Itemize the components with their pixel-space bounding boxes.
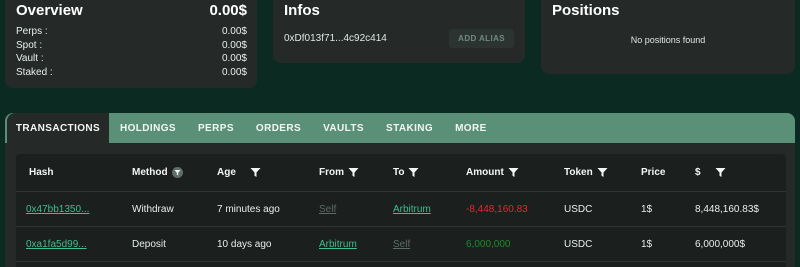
tx-token: USDC bbox=[564, 239, 593, 250]
tab-staking[interactable]: STAKING bbox=[375, 113, 444, 143]
header-price-label: Price bbox=[641, 167, 666, 178]
header-token: Token bbox=[564, 167, 608, 178]
header-usd: $ bbox=[695, 167, 726, 178]
overview-total: 0.00$ bbox=[209, 2, 247, 19]
header-usd-label: $ bbox=[695, 167, 701, 178]
overview-row-label: Vault : bbox=[16, 53, 44, 64]
overview-card: Overview 0.00$ Perps : 0.00$ Spot : 0.00… bbox=[5, 0, 257, 88]
table-row: 0x47bb1350... Withdraw 7 minutes ago Sel… bbox=[16, 192, 786, 227]
tab-perps[interactable]: PERPS bbox=[187, 113, 245, 143]
to-filter-icon[interactable] bbox=[408, 167, 419, 178]
header-amount: Amount bbox=[466, 167, 519, 178]
overview-row-label: Spot : bbox=[16, 39, 43, 51]
tx-age: 10 days ago bbox=[217, 239, 272, 250]
header-method: Method bbox=[132, 167, 183, 178]
token-filter-icon[interactable] bbox=[597, 167, 608, 178]
overview-row-label: Perps : bbox=[16, 26, 48, 37]
tab-holdings[interactable]: HOLDINGS bbox=[109, 113, 187, 143]
tab-bar: TRANSACTIONS HOLDINGS PERPS ORDERS VAULT… bbox=[5, 113, 795, 143]
header-token-label: Token bbox=[564, 167, 593, 178]
header-amount-label: Amount bbox=[466, 167, 504, 178]
overview-row-spot: Spot : 0.00$ bbox=[16, 39, 247, 53]
usd-filter-icon[interactable] bbox=[715, 167, 726, 178]
tx-to-link[interactable]: Arbitrum bbox=[393, 204, 431, 215]
method-filter-icon[interactable] bbox=[171, 167, 183, 178]
tab-more[interactable]: MORE bbox=[444, 113, 498, 143]
overview-header: Overview 0.00$ bbox=[16, 2, 247, 19]
overview-row-vault: Vault : 0.00$ bbox=[16, 52, 247, 66]
transactions-table: Hash Method Age From To Amount Token Pri… bbox=[16, 154, 786, 267]
overview-row-value: 0.00$ bbox=[221, 53, 247, 64]
main-panel: TRANSACTIONS HOLDINGS PERPS ORDERS VAULT… bbox=[5, 113, 795, 267]
tx-from-link[interactable]: Self bbox=[319, 204, 336, 215]
overview-row-staked: Staked : 0.00$ bbox=[16, 66, 247, 80]
header-from-label: From bbox=[319, 167, 344, 178]
overview-row-label: Staked : bbox=[16, 66, 53, 78]
tab-orders[interactable]: ORDERS bbox=[245, 113, 312, 143]
header-price: Price bbox=[641, 167, 665, 178]
tx-amount: 6,000,000 bbox=[466, 239, 511, 250]
add-alias-button[interactable]: ADD ALIAS bbox=[449, 29, 514, 48]
table-row: 0xa1fa5d99... Deposit 10 days ago Arbitr… bbox=[16, 227, 786, 262]
header-hash-label: Hash bbox=[29, 167, 54, 178]
amount-filter-icon[interactable] bbox=[508, 167, 519, 178]
overview-row-perps: Perps : 0.00$ bbox=[16, 25, 247, 39]
positions-empty-text: No positions found bbox=[630, 35, 706, 45]
tx-hash-link[interactable]: 0x47bb1350... bbox=[26, 204, 89, 215]
overview-rows: Perps : 0.00$ Spot : 0.00$ Vault : 0.00$… bbox=[16, 25, 247, 79]
tx-from-link[interactable]: Arbitrum bbox=[319, 239, 357, 250]
tx-hash-link[interactable]: 0xa1fa5d99... bbox=[26, 239, 87, 250]
tab-transactions[interactable]: TRANSACTIONS bbox=[7, 113, 109, 143]
infos-title: Infos bbox=[284, 2, 320, 19]
header-from: From bbox=[319, 167, 359, 178]
tx-age: 7 minutes ago bbox=[217, 204, 280, 215]
tx-method: Withdraw bbox=[132, 204, 174, 215]
header-age-label: Age bbox=[217, 167, 236, 178]
header-to: To bbox=[393, 167, 419, 178]
tx-price: 1$ bbox=[641, 239, 653, 250]
overview-title: Overview bbox=[16, 2, 83, 19]
header-age: Age bbox=[217, 167, 261, 178]
from-filter-icon[interactable] bbox=[348, 167, 359, 178]
header-to-label: To bbox=[393, 167, 405, 178]
header-method-label: Method bbox=[132, 167, 168, 178]
age-filter-icon[interactable] bbox=[250, 167, 261, 178]
tx-usd-value: 6,000,000$ bbox=[695, 239, 746, 250]
infos-card: Infos 0xDf013f71...4c92c414 ADD ALIAS bbox=[273, 0, 525, 63]
tx-token: USDC bbox=[564, 204, 593, 215]
overview-row-value: 0.00$ bbox=[221, 26, 247, 37]
tx-usd-value: 8,448,160.83$ bbox=[695, 204, 759, 215]
overview-row-value: 0.00$ bbox=[221, 39, 247, 51]
tx-method: Deposit bbox=[132, 239, 166, 250]
table-header: Hash Method Age From To Amount Token Pri… bbox=[16, 154, 786, 192]
positions-title: Positions bbox=[552, 2, 620, 19]
tx-to-link[interactable]: Self bbox=[393, 239, 410, 250]
tx-price: 1$ bbox=[641, 204, 653, 215]
tx-amount: -8,448,160.83 bbox=[466, 204, 528, 215]
infos-address-row: 0xDf013f71...4c92c414 ADD ALIAS bbox=[284, 29, 514, 48]
header-hash: Hash bbox=[29, 167, 53, 178]
positions-card: Positions No positions found bbox=[541, 0, 795, 74]
wallet-address: 0xDf013f71...4c92c414 bbox=[284, 33, 387, 44]
overview-row-value: 0.00$ bbox=[221, 66, 247, 78]
tab-vaults[interactable]: VAULTS bbox=[312, 113, 375, 143]
